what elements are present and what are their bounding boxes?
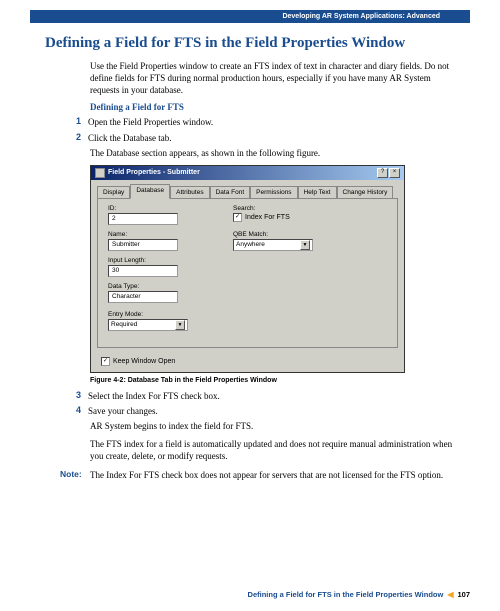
footer-title: Defining a Field for FTS in the Field Pr… [248, 590, 444, 599]
step-4-after-1: AR System begins to index the field for … [90, 420, 460, 432]
step-4-after-2: The FTS index for a field is automatical… [90, 438, 460, 462]
keep-window-open-checkbox[interactable]: ✓ [101, 357, 110, 366]
page-title: Defining a Field for FTS in the Field Pr… [45, 35, 470, 52]
dialog-body: ID: 2 Name: Submitter Input Length: 30 D… [97, 198, 398, 348]
chevron-down-icon: ▼ [300, 240, 310, 250]
page-footer: Defining a Field for FTS in the Field Pr… [248, 590, 470, 599]
subheading-defining: Defining a Field for FTS [90, 102, 460, 112]
step-4-number: 4 [76, 405, 88, 417]
qbe-match-label: QBE Match: [233, 231, 313, 238]
qbe-match-value: Anywhere [236, 241, 265, 248]
search-label: Search: [233, 205, 290, 212]
dialog-title-text: Field Properties - Submitter [108, 169, 377, 176]
entry-mode-value: Required [111, 321, 137, 328]
tab-help-text[interactable]: Help Text [298, 186, 337, 198]
dialog-tabs: Display Database Attributes Data Font Pe… [91, 180, 404, 198]
header-breadcrumb: Developing AR System Applications: Advan… [30, 10, 470, 23]
step-2-number: 2 [76, 132, 88, 144]
input-length-field[interactable]: 30 [108, 265, 178, 277]
dialog-icon [95, 168, 105, 178]
dialog-footer: ✓ Keep Window Open [91, 354, 404, 372]
tab-data-font[interactable]: Data Font [210, 186, 251, 198]
qbe-match-select[interactable]: Anywhere ▼ [233, 239, 313, 251]
data-type-field: Character [108, 291, 178, 303]
entry-mode-select[interactable]: Required ▼ [108, 319, 188, 331]
index-for-fts-label: Index For FTS [245, 214, 290, 221]
footer-marker-icon: ◀ [447, 590, 453, 599]
id-field[interactable]: 2 [108, 213, 178, 225]
step-2-after: The Database section appears, as shown i… [90, 147, 460, 159]
step-2-text: Click the Database tab. [88, 132, 460, 144]
keep-window-open-label: Keep Window Open [113, 358, 175, 365]
figure-dialog-screenshot: Field Properties - Submitter ? × Display… [90, 165, 460, 384]
index-for-fts-checkbox[interactable]: ✓ [233, 213, 242, 222]
help-button[interactable]: ? [377, 168, 388, 178]
data-type-label: Data Type: [108, 283, 178, 290]
step-1-number: 1 [76, 116, 88, 128]
step-4-text: Save your changes. [88, 405, 460, 417]
name-label: Name: [108, 231, 178, 238]
step-3-text: Select the Index For FTS check box. [88, 390, 460, 402]
footer-page-number: 107 [457, 590, 470, 599]
note-text: The Index For FTS check box does not app… [90, 469, 443, 481]
input-length-label: Input Length: [108, 257, 178, 264]
step-1-text: Open the Field Properties window. [88, 116, 460, 128]
tab-database[interactable]: Database [130, 184, 170, 199]
tab-permissions[interactable]: Permissions [250, 186, 297, 198]
step-3-number: 3 [76, 390, 88, 402]
intro-paragraph: Use the Field Properties window to creat… [90, 60, 460, 96]
name-field[interactable]: Submitter [108, 239, 178, 251]
entry-mode-label: Entry Mode: [108, 311, 188, 318]
id-label: ID: [108, 205, 178, 212]
close-button[interactable]: × [389, 168, 400, 178]
chevron-down-icon: ▼ [175, 320, 185, 330]
figure-caption: Figure 4-2: Database Tab in the Field Pr… [90, 377, 460, 384]
tab-display[interactable]: Display [97, 186, 130, 198]
dialog-titlebar: Field Properties - Submitter ? × [91, 166, 404, 180]
note-label: Note: [60, 469, 90, 481]
tab-attributes[interactable]: Attributes [170, 186, 209, 198]
field-properties-dialog: Field Properties - Submitter ? × Display… [90, 165, 405, 373]
tab-change-history[interactable]: Change History [337, 186, 394, 198]
